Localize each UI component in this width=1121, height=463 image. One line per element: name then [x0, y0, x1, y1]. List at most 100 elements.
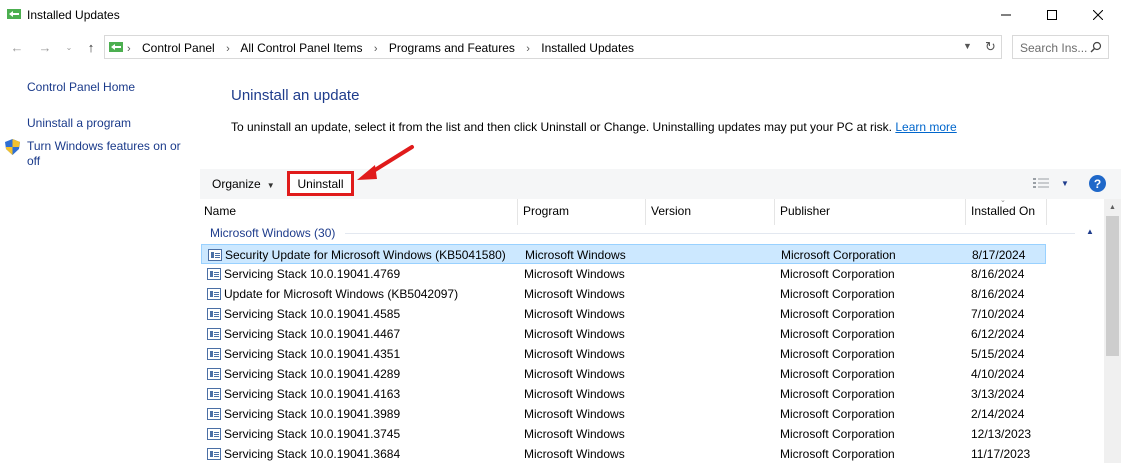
- cell-name: Security Update for Microsoft Windows (K…: [225, 248, 506, 262]
- arrow-right-icon: →: [38, 39, 52, 55]
- uninstall-program-link[interactable]: Uninstall a program: [27, 116, 131, 131]
- annotation-arrow-icon: [357, 145, 414, 180]
- address-dropdown-icon[interactable]: ▼: [963, 41, 972, 51]
- table-row[interactable]: Security Update for Microsoft Windows (K…: [201, 244, 1046, 264]
- search-icon: [1090, 41, 1102, 53]
- help-label: ?: [1093, 176, 1102, 191]
- cell-publisher: Microsoft Corporation: [780, 447, 895, 461]
- cell-name: Update for Microsoft Windows (KB5042097): [224, 287, 459, 301]
- table-row[interactable]: Servicing Stack 10.0.19041.4289 Microsoft…: [201, 364, 1046, 384]
- title-bar: Installed Updates: [0, 0, 1121, 30]
- address-bar[interactable]: › Control Panel › All Control Panel Item…: [104, 35, 1002, 59]
- forward-button[interactable]: →: [36, 37, 54, 57]
- table-row[interactable]: Servicing Stack 10.0.19041.3745 Microsoft…: [201, 424, 1046, 444]
- window-title: Installed Updates: [27, 8, 120, 22]
- cell-program: Microsoft Windows: [524, 427, 625, 441]
- cell-installed-on: 12/13/2023: [971, 427, 1032, 441]
- update-icon: [207, 388, 221, 400]
- view-details-icon[interactable]: [1033, 177, 1049, 189]
- cell-program: Microsoft Windows: [524, 287, 625, 301]
- cell-installed-on: 8/16/2024: [971, 267, 1025, 281]
- uninstall-button[interactable]: Uninstall: [287, 171, 354, 196]
- breadcrumb: › Control Panel › All Control Panel Item…: [127, 41, 634, 55]
- cell-installed-on: 8/16/2024: [971, 287, 1025, 301]
- chevron-up-icon[interactable]: ▲: [1086, 227, 1094, 236]
- page-title: Uninstall an update: [231, 87, 360, 104]
- update-icon: [207, 308, 221, 320]
- cell-name: Servicing Stack 10.0.19041.3745: [224, 427, 401, 441]
- minimize-button[interactable]: [983, 0, 1029, 30]
- help-icon[interactable]: ?: [1089, 175, 1106, 192]
- control-panel-home-link[interactable]: Control Panel Home: [27, 80, 135, 95]
- breadcrumb-control-panel[interactable]: Control Panel: [142, 41, 215, 55]
- update-icon: [207, 448, 221, 460]
- cell-name: Servicing Stack 10.0.19041.4289: [224, 367, 401, 381]
- chevron-right-icon: ›: [373, 43, 378, 55]
- cell-name: Servicing Stack 10.0.19041.4163: [224, 387, 401, 401]
- recent-locations-button[interactable]: ⌄: [60, 37, 78, 57]
- search-input[interactable]: Search Ins...: [1012, 35, 1109, 59]
- cell-publisher: Microsoft Corporation: [781, 248, 896, 262]
- scrollbar-thumb[interactable]: [1106, 216, 1119, 356]
- cell-installed-on: 2/14/2024: [971, 407, 1025, 421]
- table-row[interactable]: Update for Microsoft Windows (KB5042097)…: [201, 284, 1046, 304]
- breadcrumb-installed-updates[interactable]: Installed Updates: [541, 41, 634, 55]
- page-description: To uninstall an update, select it from t…: [231, 120, 957, 134]
- breadcrumb-programs-features[interactable]: Programs and Features: [389, 41, 515, 55]
- organize-button[interactable]: Organize ▼: [212, 177, 275, 191]
- update-icon: [207, 368, 221, 380]
- chevron-right-icon: ›: [526, 43, 530, 55]
- cell-publisher: Microsoft Corporation: [780, 327, 895, 341]
- windows-features-link[interactable]: Turn Windows features on or off: [27, 139, 181, 169]
- column-header-installed-on[interactable]: Installed On: [967, 199, 1047, 225]
- table-row[interactable]: Servicing Stack 10.0.19041.4351 Microsoft…: [201, 344, 1046, 364]
- cell-installed-on: 7/10/2024: [971, 307, 1025, 321]
- cell-installed-on: 4/10/2024: [971, 367, 1025, 381]
- group-header[interactable]: Microsoft Windows (30): [210, 226, 335, 240]
- table-row[interactable]: Servicing Stack 10.0.19041.4163 Microsoft…: [201, 384, 1046, 404]
- organize-label: Organize: [212, 177, 261, 191]
- cell-publisher: Microsoft Corporation: [780, 267, 895, 281]
- programs-features-icon: [7, 9, 21, 19]
- cell-name: Servicing Stack 10.0.19041.4467: [224, 327, 401, 341]
- back-button[interactable]: ←: [8, 37, 26, 57]
- column-header-publisher[interactable]: Publisher: [776, 199, 966, 225]
- view-options-dropdown-icon[interactable]: ▼: [1061, 179, 1069, 188]
- scroll-up-icon[interactable]: ▲: [1104, 200, 1121, 215]
- table-row[interactable]: Servicing Stack 10.0.19041.4467 Microsoft…: [201, 324, 1046, 344]
- cell-installed-on: 3/13/2024: [971, 387, 1025, 401]
- table-row[interactable]: Servicing Stack 10.0.19041.3684 Microsoft…: [201, 444, 1046, 463]
- shield-icon: [5, 139, 20, 155]
- cell-publisher: Microsoft Corporation: [780, 387, 895, 401]
- update-icon: [207, 348, 221, 360]
- cell-installed-on: 8/17/2024: [972, 248, 1026, 262]
- chevron-right-icon: ›: [127, 43, 131, 55]
- breadcrumb-all-items[interactable]: All Control Panel Items: [240, 41, 362, 55]
- up-button[interactable]: ↑: [82, 37, 100, 57]
- learn-more-link[interactable]: Learn more: [895, 120, 956, 134]
- windows-features-label-1: Turn Windows features on or: [27, 139, 181, 153]
- update-icon: [207, 268, 221, 280]
- cell-program: Microsoft Windows: [525, 248, 626, 262]
- maximize-button[interactable]: [1029, 0, 1075, 30]
- column-header-name[interactable]: Name: [200, 199, 518, 225]
- cell-publisher: Microsoft Corporation: [780, 287, 895, 301]
- group-divider: [345, 233, 1075, 234]
- cell-name: Servicing Stack 10.0.19041.3989: [224, 407, 401, 421]
- cell-program: Microsoft Windows: [524, 387, 625, 401]
- cell-program: Microsoft Windows: [524, 267, 625, 281]
- column-header-program[interactable]: Program: [519, 199, 646, 225]
- update-icon: [207, 428, 221, 440]
- windows-features-label-2: off: [27, 154, 41, 168]
- close-button[interactable]: [1075, 0, 1121, 30]
- column-header-version[interactable]: Version: [647, 199, 775, 225]
- refresh-icon[interactable]: ↻: [985, 39, 1001, 55]
- cell-publisher: Microsoft Corporation: [780, 367, 895, 381]
- cell-publisher: Microsoft Corporation: [780, 347, 895, 361]
- table-row[interactable]: Servicing Stack 10.0.19041.4769 Microsoft…: [201, 264, 1046, 284]
- table-row[interactable]: Servicing Stack 10.0.19041.4585 Microsoft…: [201, 304, 1046, 324]
- cell-name: Servicing Stack 10.0.19041.4585: [224, 307, 401, 321]
- table-row[interactable]: Servicing Stack 10.0.19041.3989 Microsoft…: [201, 404, 1046, 424]
- arrow-up-icon: ↑: [87, 39, 95, 55]
- chevron-right-icon: ›: [226, 43, 230, 55]
